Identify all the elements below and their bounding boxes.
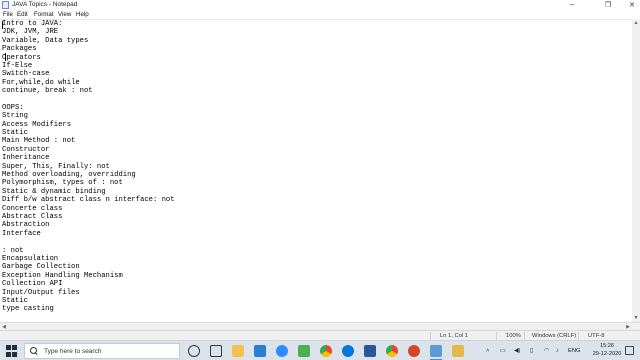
tray-overflow-chevron-icon[interactable]: ˄ [486,341,489,360]
text-line [2,96,175,104]
file-explorer-icon[interactable] [232,345,244,357]
zoom-icon[interactable] [276,345,288,357]
wifi-icon[interactable]: ◠ [544,341,549,360]
clock-time: 15:26 [600,343,614,349]
text-line: Packages [2,45,37,54]
window-title: JAVA Topics - Notepad [12,1,78,8]
text-line: continue, break : not [2,87,93,96]
language-indicator[interactable]: ENG [568,341,581,360]
text-line: Collection API [2,280,63,289]
status-divider [578,332,579,340]
text-line: JDK, JVM, JRE [2,28,59,37]
text-line: : not [2,246,24,255]
text-line: Polymorphism, types of : not [2,179,123,188]
photos-icon[interactable] [298,345,310,357]
title-bar: JAVA Topics - Notepad ─ ❐ ✕ [0,0,640,10]
text-line: Switch-case [2,70,50,79]
chrome-profile-icon[interactable] [386,345,398,357]
search-icon [30,347,38,355]
word-icon[interactable] [364,345,376,357]
text-line: Diff b/w abstract class n interface: not [2,196,175,205]
powerpoint-icon[interactable] [408,345,420,357]
text-line: Garbage Collection [2,263,80,272]
text-line: Static & dynamic binding [2,187,106,196]
text-line: Abstract Class [2,212,63,221]
clock-date: 29-12-2020 [592,350,622,357]
text-line: Interface [2,229,41,238]
text-line: Static [2,129,28,138]
text-line: Inheritance [2,154,50,163]
text-line: Method overloading, overridding [2,171,136,180]
taskbar-search-box[interactable]: Type here to search [24,343,180,359]
start-tile [12,345,17,350]
text-line: Encapsulation [2,254,59,263]
start-tile [6,351,11,357]
status-divider [496,332,497,340]
text-line: Intro to JAVA: [2,20,63,28]
text-line: Concerte class [2,204,63,213]
text-line: Access Modifiers [2,120,72,129]
text-line: If-Else [2,61,33,70]
text-line: Constructor [2,145,50,154]
network-icon[interactable]: ▭ [500,341,505,360]
text-line [2,238,175,246]
scroll-down-arrow-icon[interactable]: ▼ [632,314,640,322]
text-line: type casting [2,305,54,314]
status-divider [430,332,431,340]
notepad-taskbar-icon[interactable] [430,345,442,357]
close-button[interactable]: ✕ [622,0,640,10]
edge-icon[interactable] [342,345,354,357]
status-divider [524,332,525,340]
text-caret [2,21,3,29]
system-clock[interactable]: 15:26 29-12-2020 [592,343,622,358]
text-line: Operators [2,53,41,62]
battery-icon[interactable]: ▯ [530,341,533,360]
text-line: Super, This, Finally: not [2,162,110,171]
minimize-button[interactable]: ─ [562,0,582,10]
microsoft-store-icon[interactable] [254,345,266,357]
chrome-icon[interactable] [320,345,332,357]
cortana-icon[interactable] [188,345,200,357]
vertical-scrollbar[interactable]: ▲ ▼ [632,19,640,322]
start-tile [12,351,17,357]
speaker-icon[interactable]: ♪ [556,341,559,360]
text-editor[interactable]: Intro to JAVA: JDK, JVM, JRE Variable, Dat… [0,19,632,322]
text-line: For,while,do while [2,78,80,87]
status-bar: Ln 1, Col 1 100% Windows (CRLF) UTF-8 [0,330,640,340]
taskbar: Type here to search ˄ ▭ ◀) ▯ ◠ ♪ ENG 15:… [0,340,640,360]
folder-icon[interactable] [452,345,464,357]
scroll-up-arrow-icon[interactable]: ▲ [632,19,640,27]
notification-center-icon[interactable] [625,346,634,355]
text-line: Abstraction [2,221,50,230]
notepad-app-icon [2,1,9,9]
search-placeholder: Type here to search [44,347,102,355]
mouse-ibeam-cursor [5,53,7,61]
text-line: Exception Handling Mechanism [2,271,123,280]
volume-icon[interactable]: ◀) [514,341,520,360]
text-line: Input/Output files [2,288,80,297]
horizontal-scrollbar[interactable]: ◀ ▶ [0,322,640,330]
start-tile [6,345,11,350]
text-line: Main Method : not [2,137,76,146]
maximize-button[interactable]: ❐ [598,0,618,10]
text-line: Static [2,296,28,305]
editor-content[interactable]: Intro to JAVA: JDK, JVM, JRE Variable, Dat… [2,20,175,314]
text-line: Variable, Data types [2,36,89,45]
task-view-icon[interactable] [210,345,222,357]
text-line: String [2,112,28,121]
windows-start-button[interactable] [6,345,18,357]
text-line: OOPS: [2,103,24,112]
